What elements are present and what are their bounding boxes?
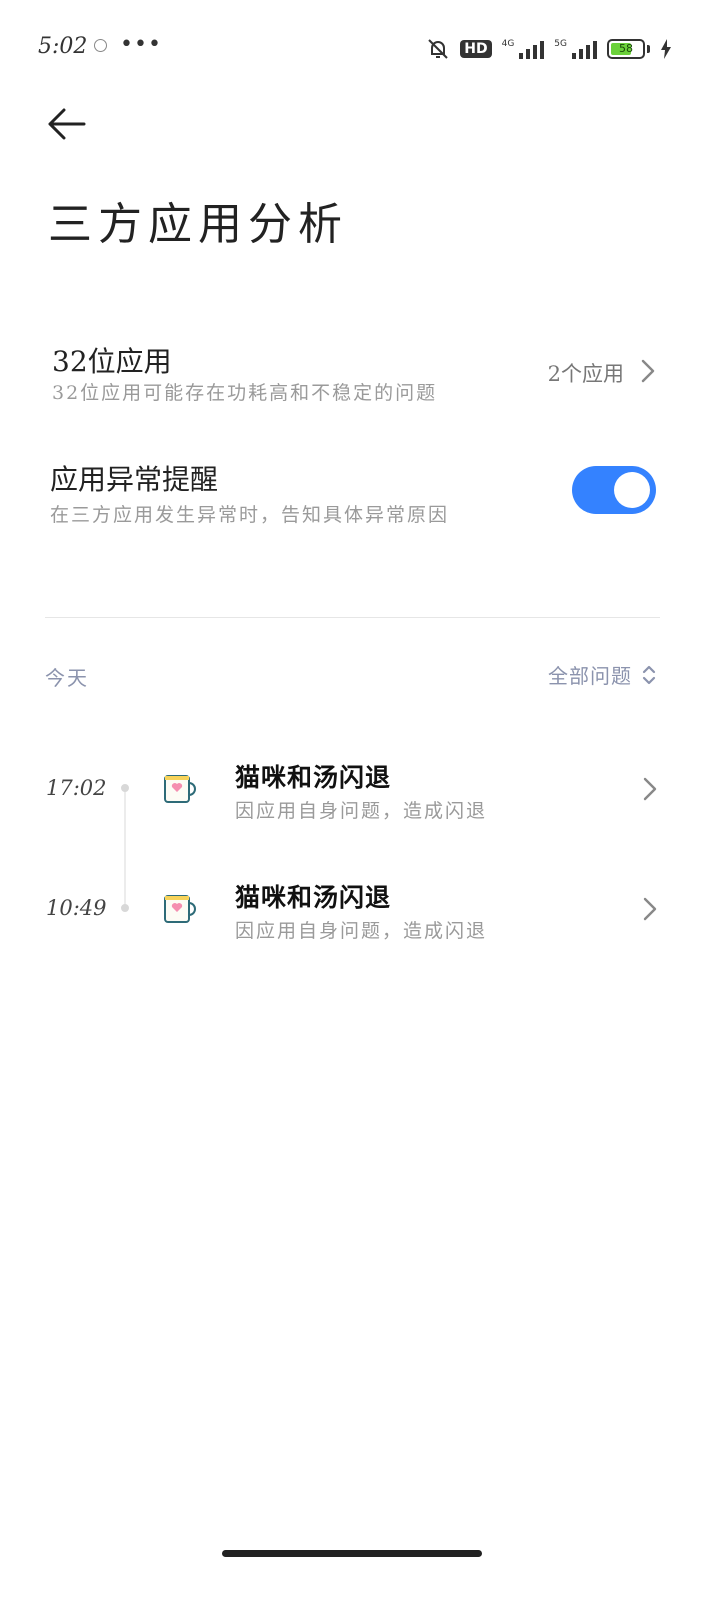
status-icons: HD 4G 5G 58 (426, 34, 672, 64)
event-subtitle: 因应用自身问题，造成闪退 (235, 800, 488, 822)
event-row[interactable]: 10:49 猫咪和汤闪退 因应用自身问题，造成闪退 (0, 868, 720, 956)
page-title: 三方应用分析 (48, 199, 348, 250)
timeline-dot (121, 904, 129, 912)
event-subtitle: 因应用自身问题，造成闪退 (235, 920, 488, 942)
timeline-dot (121, 784, 129, 792)
status-time: 5:02 (38, 34, 88, 59)
issue-filter-dropdown[interactable]: 全部问题 (548, 660, 656, 689)
event-row[interactable]: 17:02 猫咪和汤闪退 因应用自身问题，造成闪退 (0, 748, 720, 836)
home-indicator[interactable] (222, 1550, 482, 1557)
setting-row-32bit-apps[interactable]: 32位应用 32位应用可能存在功耗高和不稳定的问题 2个应用 (0, 330, 720, 420)
chevron-right-icon (641, 359, 655, 383)
signal-5g-icon: 5G (554, 39, 597, 59)
event-title: 猫咪和汤闪退 (235, 763, 392, 792)
notification-icon (94, 39, 107, 52)
row-value: 2个应用 (547, 362, 624, 386)
more-notifications-icon: ••• (120, 32, 162, 57)
reminder-title: 应用异常提醒 (50, 463, 219, 496)
back-button[interactable] (44, 102, 94, 146)
row-title: 32位应用 (52, 345, 172, 378)
event-time: 10:49 (46, 896, 107, 920)
row-subtitle: 32位应用可能存在功耗高和不稳定的问题 (52, 382, 438, 404)
app-icon-cup (164, 775, 196, 803)
hd-voice-badge: HD (460, 40, 492, 58)
filter-label: 全部问题 (548, 664, 632, 688)
signal-4g-icon: 4G (502, 39, 545, 59)
charging-bolt-icon (661, 39, 671, 59)
divider (45, 617, 660, 618)
day-label: 今天 (45, 666, 89, 690)
abnormal-reminder-toggle[interactable] (572, 466, 656, 514)
toggle-knob (614, 472, 650, 508)
battery-icon: 58 (607, 39, 645, 59)
app-icon-cup (164, 895, 196, 923)
reminder-subtitle: 在三方应用发生异常时，告知具体异常原因 (50, 504, 450, 526)
battery-nub (647, 45, 650, 53)
back-arrow-icon (48, 108, 86, 140)
event-title: 猫咪和汤闪退 (235, 883, 392, 912)
sort-updown-icon (642, 665, 656, 684)
chevron-right-icon (643, 897, 657, 921)
mute-bell-icon (428, 39, 448, 59)
chevron-right-icon (643, 777, 657, 801)
event-time: 17:02 (46, 776, 107, 800)
